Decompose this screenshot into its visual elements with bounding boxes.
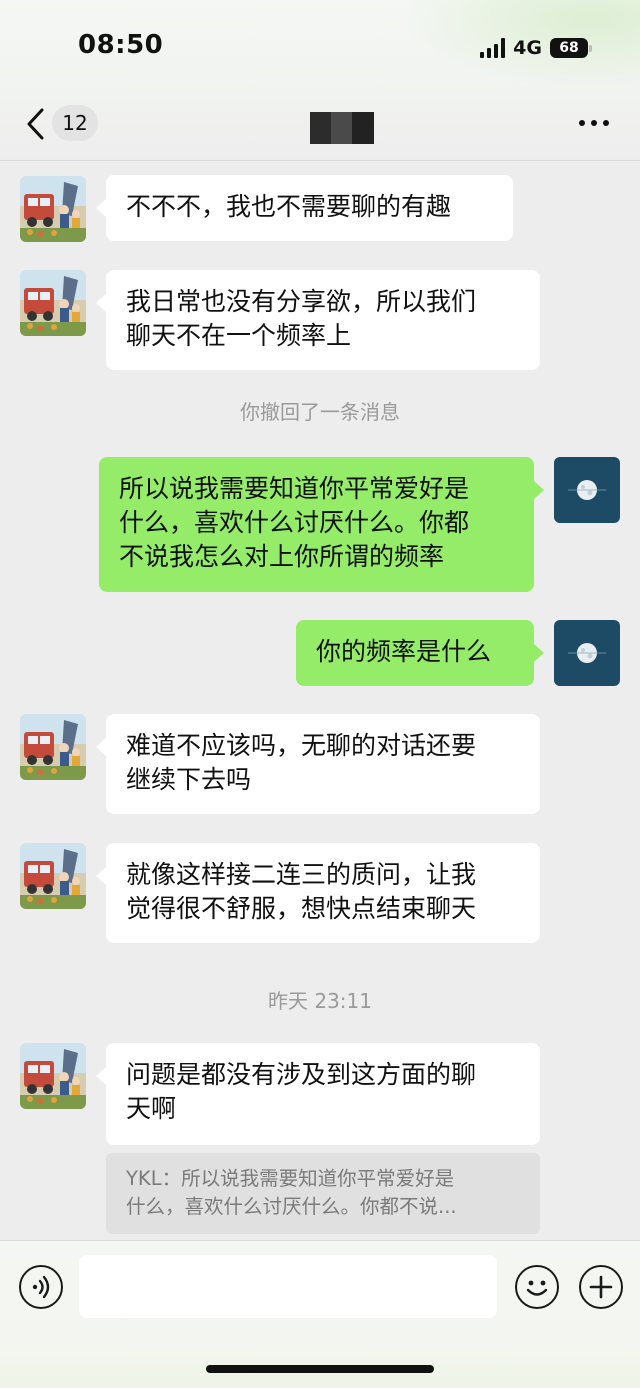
unread-count-badge[interactable]: 12 <box>52 105 98 141</box>
emoji-icon <box>526 1280 548 1296</box>
quote-text: YKL：所以说我需要知道你平常爱好是 <box>126 1167 455 1190</box>
contact-avatar[interactable] <box>20 714 86 780</box>
voice-icon <box>32 1275 50 1299</box>
timestamp-label: 昨天 23:11 <box>268 989 372 1013</box>
received-message-bubble[interactable]: 问题是都没有涉及到这方面的聊 天啊 <box>96 1043 540 1145</box>
home-indicator[interactable] <box>206 1365 434 1373</box>
message-text: 天啊 <box>126 1094 177 1123</box>
my-avatar[interactable] <box>554 620 620 686</box>
plus-icon <box>589 1275 613 1299</box>
sent-message-bubble[interactable]: 你的频率是什么 <box>296 620 544 686</box>
quote-text: 什么，喜欢什么讨厌什么。你都不说... <box>126 1195 457 1218</box>
contact-avatar[interactable] <box>20 1043 86 1109</box>
sent-message-bubble[interactable]: 所以说我需要知道你平常爱好是 什么，喜欢什么讨厌什么。你都 不说我怎么对上你所谓… <box>99 457 544 592</box>
message-text: 难道不应该吗，无聊的对话还要 <box>126 731 477 760</box>
chevron-left-icon <box>27 108 44 140</box>
message-text: 所以说我需要知道你平常爱好是 <box>119 474 470 503</box>
header-divider <box>0 160 640 161</box>
system-message: 你撤回了一条消息 <box>240 400 400 424</box>
message-input[interactable] <box>79 1255 497 1318</box>
message-text: 继续下去吗 <box>126 765 252 794</box>
message-text: 不不不，我也不需要聊的有趣 <box>126 192 452 221</box>
message-text: 觉得很不舒服，想快点结束聊天 <box>126 894 477 923</box>
message-text: 我日常也没有分享欲，所以我们 <box>126 287 477 316</box>
status-indicators: 4G 68 <box>480 36 592 60</box>
chat-title-redacted <box>310 112 374 144</box>
emoji-button[interactable] <box>515 1265 559 1309</box>
battery-icon: 68 <box>550 38 592 58</box>
contact-avatar[interactable] <box>20 843 86 909</box>
contact-avatar[interactable] <box>20 176 86 242</box>
message-text: 不说我怎么对上你所谓的频率 <box>119 542 445 571</box>
message-text: 聊天不在一个频率上 <box>126 321 352 350</box>
contact-avatar[interactable] <box>20 270 86 336</box>
voice-input-button[interactable] <box>19 1265 63 1309</box>
my-avatar[interactable] <box>554 457 620 523</box>
quoted-message[interactable]: YKL：所以说我需要知道你平常爱好是 什么，喜欢什么讨厌什么。你都不说... <box>106 1153 540 1234</box>
message-text: 你的频率是什么 <box>316 637 492 666</box>
received-message-bubble[interactable]: 我日常也没有分享欲，所以我们 聊天不在一个频率上 <box>96 270 540 370</box>
signal-icon <box>480 38 506 58</box>
network-label: 4G <box>513 37 542 59</box>
more-dots-icon <box>579 120 609 126</box>
status-time: 08:50 <box>78 30 164 60</box>
message-text: 问题是都没有涉及到这方面的聊 <box>126 1060 477 1089</box>
battery-level: 68 <box>559 40 579 56</box>
back-button[interactable] <box>22 104 52 144</box>
more-options-button[interactable] <box>578 114 610 134</box>
more-functions-button[interactable] <box>579 1265 623 1309</box>
received-message-bubble[interactable]: 就像这样接二连三的质问，让我 觉得很不舒服，想快点结束聊天 <box>96 843 540 943</box>
message-text: 就像这样接二连三的质问，让我 <box>126 860 477 889</box>
received-message-bubble[interactable]: 不不不，我也不需要聊的有趣 <box>96 175 513 241</box>
message-text: 什么，喜欢什么讨厌什么。你都 <box>119 508 470 537</box>
received-message-bubble[interactable]: 难道不应该吗，无聊的对话还要 继续下去吗 <box>96 714 540 814</box>
